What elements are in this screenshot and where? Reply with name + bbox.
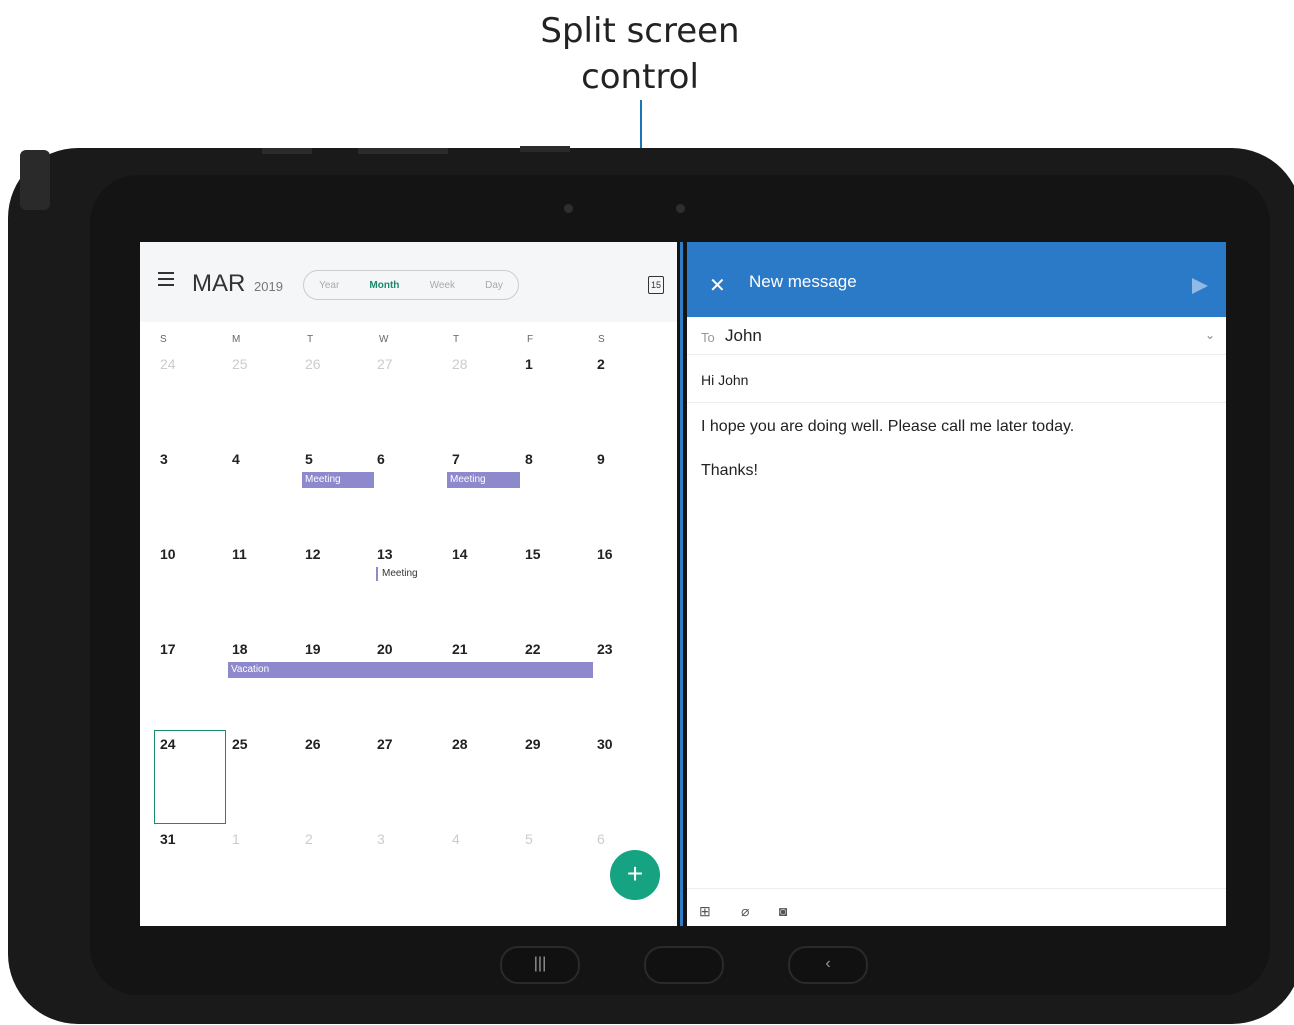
side-key: [520, 146, 570, 152]
month-title[interactable]: MAR: [192, 270, 245, 298]
calendar-day[interactable]: 12: [305, 546, 345, 562]
calendar-day[interactable]: 19: [305, 641, 345, 657]
message-body-line[interactable]: Thanks!: [701, 462, 758, 480]
message-body-line[interactable]: I hope you are doing well. Please call m…: [701, 418, 1074, 436]
power-button: [358, 148, 448, 154]
subject-field[interactable]: Hi John: [701, 372, 748, 388]
calendar-day[interactable]: 23: [597, 641, 637, 657]
year-title: 2019: [254, 279, 283, 294]
calendar-day[interactable]: 4: [232, 451, 272, 467]
tab-day[interactable]: Day: [485, 280, 503, 291]
weekday-label: F: [527, 334, 534, 345]
recent-apps-button[interactable]: |||: [500, 946, 580, 984]
tab-year[interactable]: Year: [319, 280, 339, 291]
recipient-field[interactable]: John: [725, 326, 762, 346]
close-icon[interactable]: ✕: [709, 276, 726, 296]
calendar-day[interactable]: 18: [232, 641, 272, 657]
split-screen-callout: Split screen control: [540, 8, 740, 100]
view-tabs: Year Month Week Day: [303, 270, 519, 300]
recipient-row[interactable]: To John ⌄: [687, 320, 1226, 355]
event-meeting[interactable]: Meeting: [302, 472, 374, 488]
calendar-day[interactable]: 9: [597, 451, 637, 467]
stylus: [20, 150, 50, 210]
weekday-label: S: [160, 334, 167, 345]
calendar-day[interactable]: 26: [305, 736, 345, 752]
calendar-day[interactable]: 29: [525, 736, 565, 752]
compose-toolbar: ✕ New message: [687, 242, 1226, 317]
email-app: ✕ New message To John ⌄ Hi John I hope y…: [687, 242, 1226, 926]
calendar-day[interactable]: 28: [452, 356, 492, 372]
calendar-day[interactable]: 28: [452, 736, 492, 752]
calendar-day[interactable]: 31: [160, 831, 200, 847]
selected-day-highlight[interactable]: [154, 730, 226, 824]
calendar-day[interactable]: 20: [377, 641, 417, 657]
sensor-icon: [564, 204, 573, 213]
weekday-label: S: [598, 334, 605, 345]
insert-icon[interactable]: ⊞: [699, 903, 711, 920]
calendar-day[interactable]: 4: [452, 831, 492, 847]
paperclip-icon[interactable]: ⌀: [741, 903, 749, 920]
weekday-label: T: [453, 334, 460, 345]
calendar-day[interactable]: 3: [377, 831, 417, 847]
calendar-day[interactable]: 5: [305, 451, 345, 467]
today-calendar-icon[interactable]: 15: [648, 276, 664, 294]
tab-week[interactable]: Week: [430, 280, 455, 291]
calendar-day[interactable]: 27: [377, 356, 417, 372]
calendar-day[interactable]: 2: [305, 831, 345, 847]
calendar-day[interactable]: 1: [525, 356, 565, 372]
calendar-app: MAR 2019 Year Month Week Day 15 S M T W …: [140, 242, 677, 926]
calendar-day[interactable]: 25: [232, 356, 272, 372]
subject-divider: [687, 402, 1226, 403]
calendar-day[interactable]: 22: [525, 641, 565, 657]
tablet-screen: MAR 2019 Year Month Week Day 15 S M T W …: [140, 242, 1226, 926]
add-event-button[interactable]: +: [610, 850, 660, 900]
weekday-label: T: [307, 334, 314, 345]
callout-line1: Split screen: [540, 11, 740, 51]
navigation-bar: ||| ‹: [500, 946, 900, 986]
home-button[interactable]: [644, 946, 724, 984]
event-vacation[interactable]: Vacation: [228, 662, 593, 678]
tab-month[interactable]: Month: [369, 280, 399, 291]
event-meeting[interactable]: Meeting: [447, 472, 520, 488]
calendar-day[interactable]: 30: [597, 736, 637, 752]
menu-icon[interactable]: [158, 272, 174, 286]
event-meeting[interactable]: Meeting: [376, 567, 418, 581]
calendar-header: MAR 2019 Year Month Week Day 15: [140, 242, 677, 322]
chevron-down-icon[interactable]: ⌄: [1205, 328, 1215, 342]
calendar-day[interactable]: 1: [232, 831, 272, 847]
calendar-day[interactable]: 17: [160, 641, 200, 657]
calendar-day[interactable]: 21: [452, 641, 492, 657]
compose-bottom-bar: ⊞ ⌀ ◙: [687, 888, 1226, 926]
calendar-day[interactable]: 2: [597, 356, 637, 372]
calendar-day[interactable]: 25: [232, 736, 272, 752]
camera-icon[interactable]: ◙: [779, 903, 787, 919]
calendar-day[interactable]: 27: [377, 736, 417, 752]
back-button[interactable]: ‹: [788, 946, 868, 984]
calendar-day[interactable]: 11: [232, 546, 272, 562]
calendar-day[interactable]: 15: [525, 546, 565, 562]
weekday-label: M: [232, 334, 241, 345]
calendar-day[interactable]: 6: [377, 451, 417, 467]
calendar-day[interactable]: 13: [377, 546, 417, 562]
calendar-day[interactable]: 7: [452, 451, 492, 467]
calendar-day[interactable]: 14: [452, 546, 492, 562]
weekday-label: W: [379, 334, 389, 345]
calendar-day[interactable]: 5: [525, 831, 565, 847]
split-screen-control-handle[interactable]: [680, 242, 683, 926]
calendar-day[interactable]: 10: [160, 546, 200, 562]
calendar-day[interactable]: 16: [597, 546, 637, 562]
calendar-day[interactable]: 26: [305, 356, 345, 372]
camera-lens-icon: [676, 204, 685, 213]
compose-title: New message: [749, 272, 857, 291]
callout-line2: control: [581, 57, 699, 97]
calendar-day[interactable]: 8: [525, 451, 565, 467]
calendar-day[interactable]: 6: [597, 831, 637, 847]
calendar-day[interactable]: 24: [160, 356, 200, 372]
to-label: To: [701, 330, 715, 345]
send-icon[interactable]: [1192, 278, 1208, 294]
calendar-day[interactable]: 3: [160, 451, 200, 467]
volume-button: [262, 148, 312, 154]
